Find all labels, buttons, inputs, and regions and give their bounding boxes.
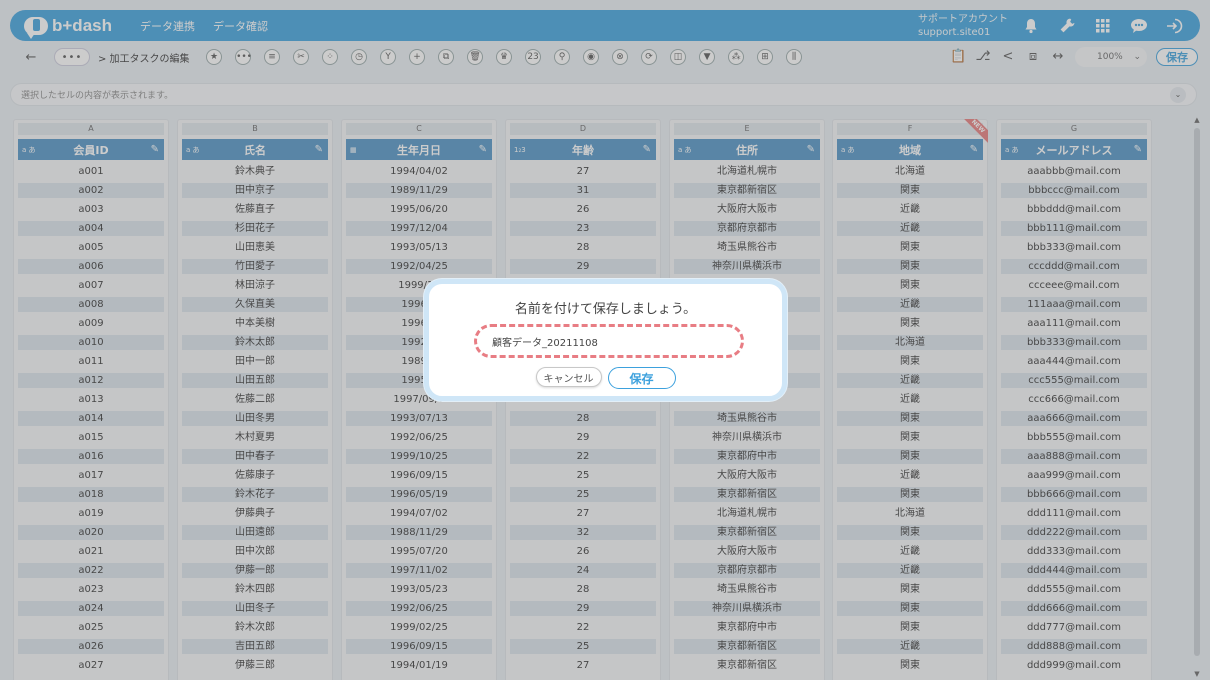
cancel-button[interactable]: キャンセル — [535, 367, 602, 387]
save-name-dialog: 名前を付けて保存しましょう。 顧客データ_20211108 キャンセル 保存 — [424, 279, 787, 401]
dialog-buttons: キャンセル 保存 — [429, 367, 782, 389]
file-name-input[interactable]: 顧客データ_20211108 — [474, 324, 744, 358]
dialog-save-button[interactable]: 保存 — [607, 367, 676, 389]
dialog-title: 名前を付けて保存しましょう。 — [514, 302, 697, 317]
